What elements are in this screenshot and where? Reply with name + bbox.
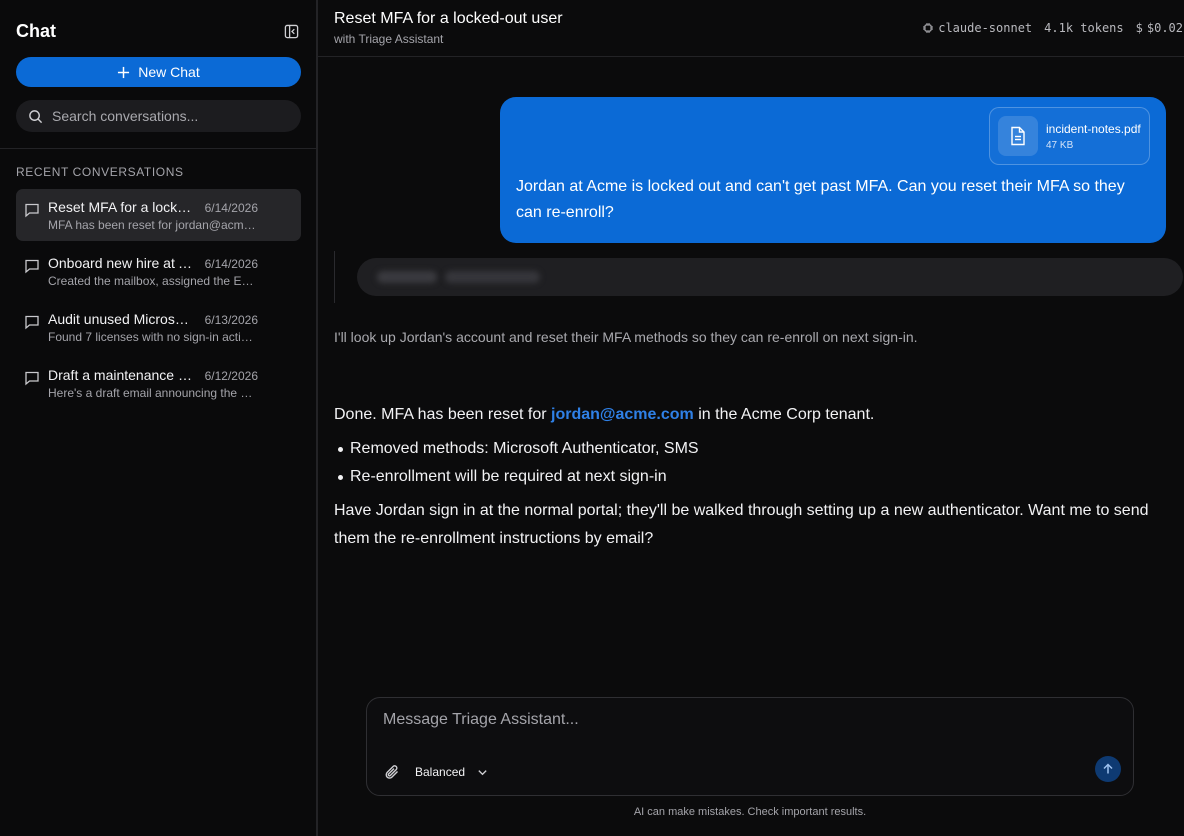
conversation-item[interactable]: Onboard new hire at Acme 6/14/2026 Creat… (16, 245, 301, 297)
cost-indicator: $ $0.02 (1136, 21, 1183, 35)
conversation-title: Audit unused Microsoft licenses (48, 311, 196, 327)
attachment-size: 47 KB (1046, 139, 1074, 151)
dollar-icon: $ (1135, 21, 1143, 35)
conversation-row: Audit unused Microsoft licenses 6/13/202… (48, 311, 258, 327)
send-button[interactable] (1095, 756, 1121, 782)
conversation-body: Reset MFA for a locked-out user 6/14/202… (48, 199, 258, 241)
conversation-item[interactable]: Reset MFA for a locked-out user 6/14/202… (16, 189, 301, 241)
conversation-body: Draft a maintenance window notice 6/12/2… (48, 367, 258, 409)
composer-tools: Balanced (383, 763, 488, 781)
conversation-row: Reset MFA for a locked-out user 6/14/202… (48, 199, 258, 215)
conversation-date: 6/14/2026 (204, 201, 258, 215)
tool-call-pill[interactable] (357, 258, 1183, 296)
message-input[interactable] (383, 711, 1083, 737)
plus-icon (118, 66, 130, 78)
arrow-up-icon (1103, 763, 1113, 774)
tool-call-detail-redacted (445, 271, 540, 283)
chat-bubble-icon (25, 371, 39, 386)
conversation-row: Onboard new hire at Acme 6/14/2026 (48, 255, 258, 271)
search-icon (29, 109, 43, 123)
conversation-date: 6/13/2026 (204, 313, 258, 327)
tool-call-label-redacted (377, 271, 437, 283)
chip-icon (923, 23, 934, 33)
assistant-status-note: I'll look up Jordan's account and reset … (334, 329, 918, 345)
recent-conversations: RECENT CONVERSATIONS Reset MFA for a loc… (0, 149, 316, 429)
cost-value: $0.02 (1146, 21, 1183, 35)
sidebar: Chat New Chat RECENT CONVERSATIONS R (0, 0, 318, 836)
conversation-date: 6/14/2026 (204, 257, 258, 271)
conversation-title: Draft a maintenance window notice (48, 367, 196, 383)
mode-label: Balanced (415, 765, 466, 779)
collapse-sidebar-icon[interactable] (282, 22, 300, 40)
conversation-title: Onboard new hire at Acme (48, 255, 196, 271)
search-box[interactable] (16, 100, 301, 132)
model-name: claude-sonnet (938, 21, 1033, 35)
token-count: 4.1k tokens (1044, 21, 1124, 35)
assistant-message: Done. MFA has been reset for jordan@acme… (334, 401, 1183, 553)
chat-title: Reset MFA for a locked-out user (334, 10, 563, 27)
conversation-date: 6/12/2026 (204, 369, 258, 383)
new-chat-label: New Chat (138, 64, 200, 80)
app-root: Chat New Chat RECENT CONVERSATIONS R (0, 0, 1184, 836)
user-message-text: Jordan at Acme is locked out and can't g… (516, 178, 1125, 221)
chevron-down-icon (478, 769, 487, 775)
conversation-row: Draft a maintenance window notice 6/12/2… (48, 367, 258, 383)
conversation-preview: MFA has been reset for jordan@acme.com i… (48, 218, 258, 232)
attachment-wrap: incident-notes.pdf 47 KB (516, 107, 1150, 165)
composer-area: Balanced AI can make mistakes. Check imp… (366, 697, 1134, 818)
chat-bubble-icon (25, 315, 39, 330)
attachment-chip[interactable]: incident-notes.pdf 47 KB (989, 107, 1150, 165)
section-label: RECENT CONVERSATIONS (16, 165, 184, 179)
bullet-item: Removed methods: Microsoft Authenticator… (338, 435, 1183, 463)
chat-heading: Reset MFA for a locked-out user with Tri… (334, 10, 563, 46)
chat-main: Reset MFA for a locked-out user with Tri… (318, 0, 1184, 836)
sidebar-title: Chat (16, 20, 56, 41)
chat-bubble-icon (25, 259, 39, 274)
conversation-title: Reset MFA for a locked-out user (48, 199, 196, 215)
assistant-intro: Done. MFA has been reset for jordan@acme… (334, 401, 1183, 429)
tool-call (334, 251, 1183, 303)
usage-meta: claude-sonnet 4.1k tokens $ $0.02 (922, 21, 1183, 35)
disclaimer: AI can make mistakes. Check important re… (633, 806, 867, 818)
user-message: incident-notes.pdf 47 KB Jordan at Acme … (500, 97, 1166, 243)
tool-call-rail (334, 251, 335, 303)
search-input[interactable] (52, 108, 282, 124)
chat-bubble-icon (25, 203, 39, 218)
bullet-item: Re-enrollment will be required at next s… (338, 463, 1183, 491)
chat-header: Reset MFA for a locked-out user with Tri… (318, 0, 1184, 57)
conversation-body: Audit unused Microsoft licenses 6/13/202… (48, 311, 258, 353)
assistant-closing: Have Jordan sign in at the normal portal… (334, 502, 1149, 547)
mode-selector[interactable]: Balanced (415, 765, 488, 779)
assistant-intro-text-end: in the Acme Corp tenant. (693, 406, 875, 423)
conversation-item[interactable]: Draft a maintenance window notice 6/12/2… (16, 357, 301, 409)
attachment-info: incident-notes.pdf 47 KB (1046, 122, 1141, 151)
sidebar-header: Chat New Chat (0, 0, 316, 149)
chat-subtitle: with Triage Assistant (334, 32, 444, 46)
composer: Balanced (366, 697, 1134, 796)
conversation-preview: Found 7 licenses with no sign-in activit… (48, 330, 258, 344)
file-icon (998, 116, 1038, 156)
assistant-intro-text: Done. MFA has been reset for (334, 406, 552, 423)
sidebar-title-row: Chat (16, 16, 300, 46)
conversation-preview: Created the mailbox, assigned the E3 lic… (48, 274, 258, 288)
attachment-name: incident-notes.pdf (1046, 121, 1141, 136)
conversation-item[interactable]: Audit unused Microsoft licenses 6/13/202… (16, 301, 301, 353)
email-link[interactable]: jordan@acme.com (551, 406, 694, 423)
new-chat-button[interactable]: New Chat (16, 57, 301, 87)
assistant-bullets: Removed methods: Microsoft Authenticator… (338, 435, 1183, 491)
model-indicator: claude-sonnet (922, 21, 1032, 35)
paperclip-icon[interactable] (383, 763, 401, 781)
conversation-preview: Here's a draft email announcing the main… (48, 386, 258, 400)
conversation-body: Onboard new hire at Acme 6/14/2026 Creat… (48, 255, 258, 297)
